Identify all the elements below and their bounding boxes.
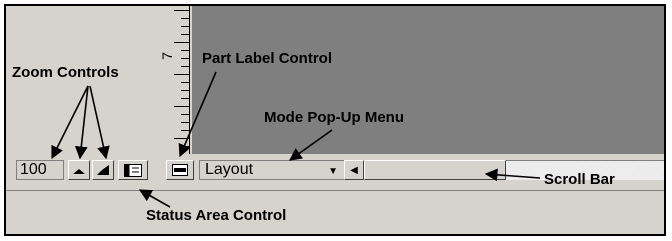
status-area-arrow (138, 189, 171, 208)
scroll-bar-arrow (484, 168, 541, 182)
part-label-arrow (178, 71, 217, 158)
zoom-arrow-2 (74, 85, 89, 160)
annotation-arrows (51, 71, 541, 208)
zoom-arrow-1 (51, 85, 89, 160)
zoom-arrow-3 (89, 85, 110, 160)
mode-popup-arrow (288, 129, 333, 161)
